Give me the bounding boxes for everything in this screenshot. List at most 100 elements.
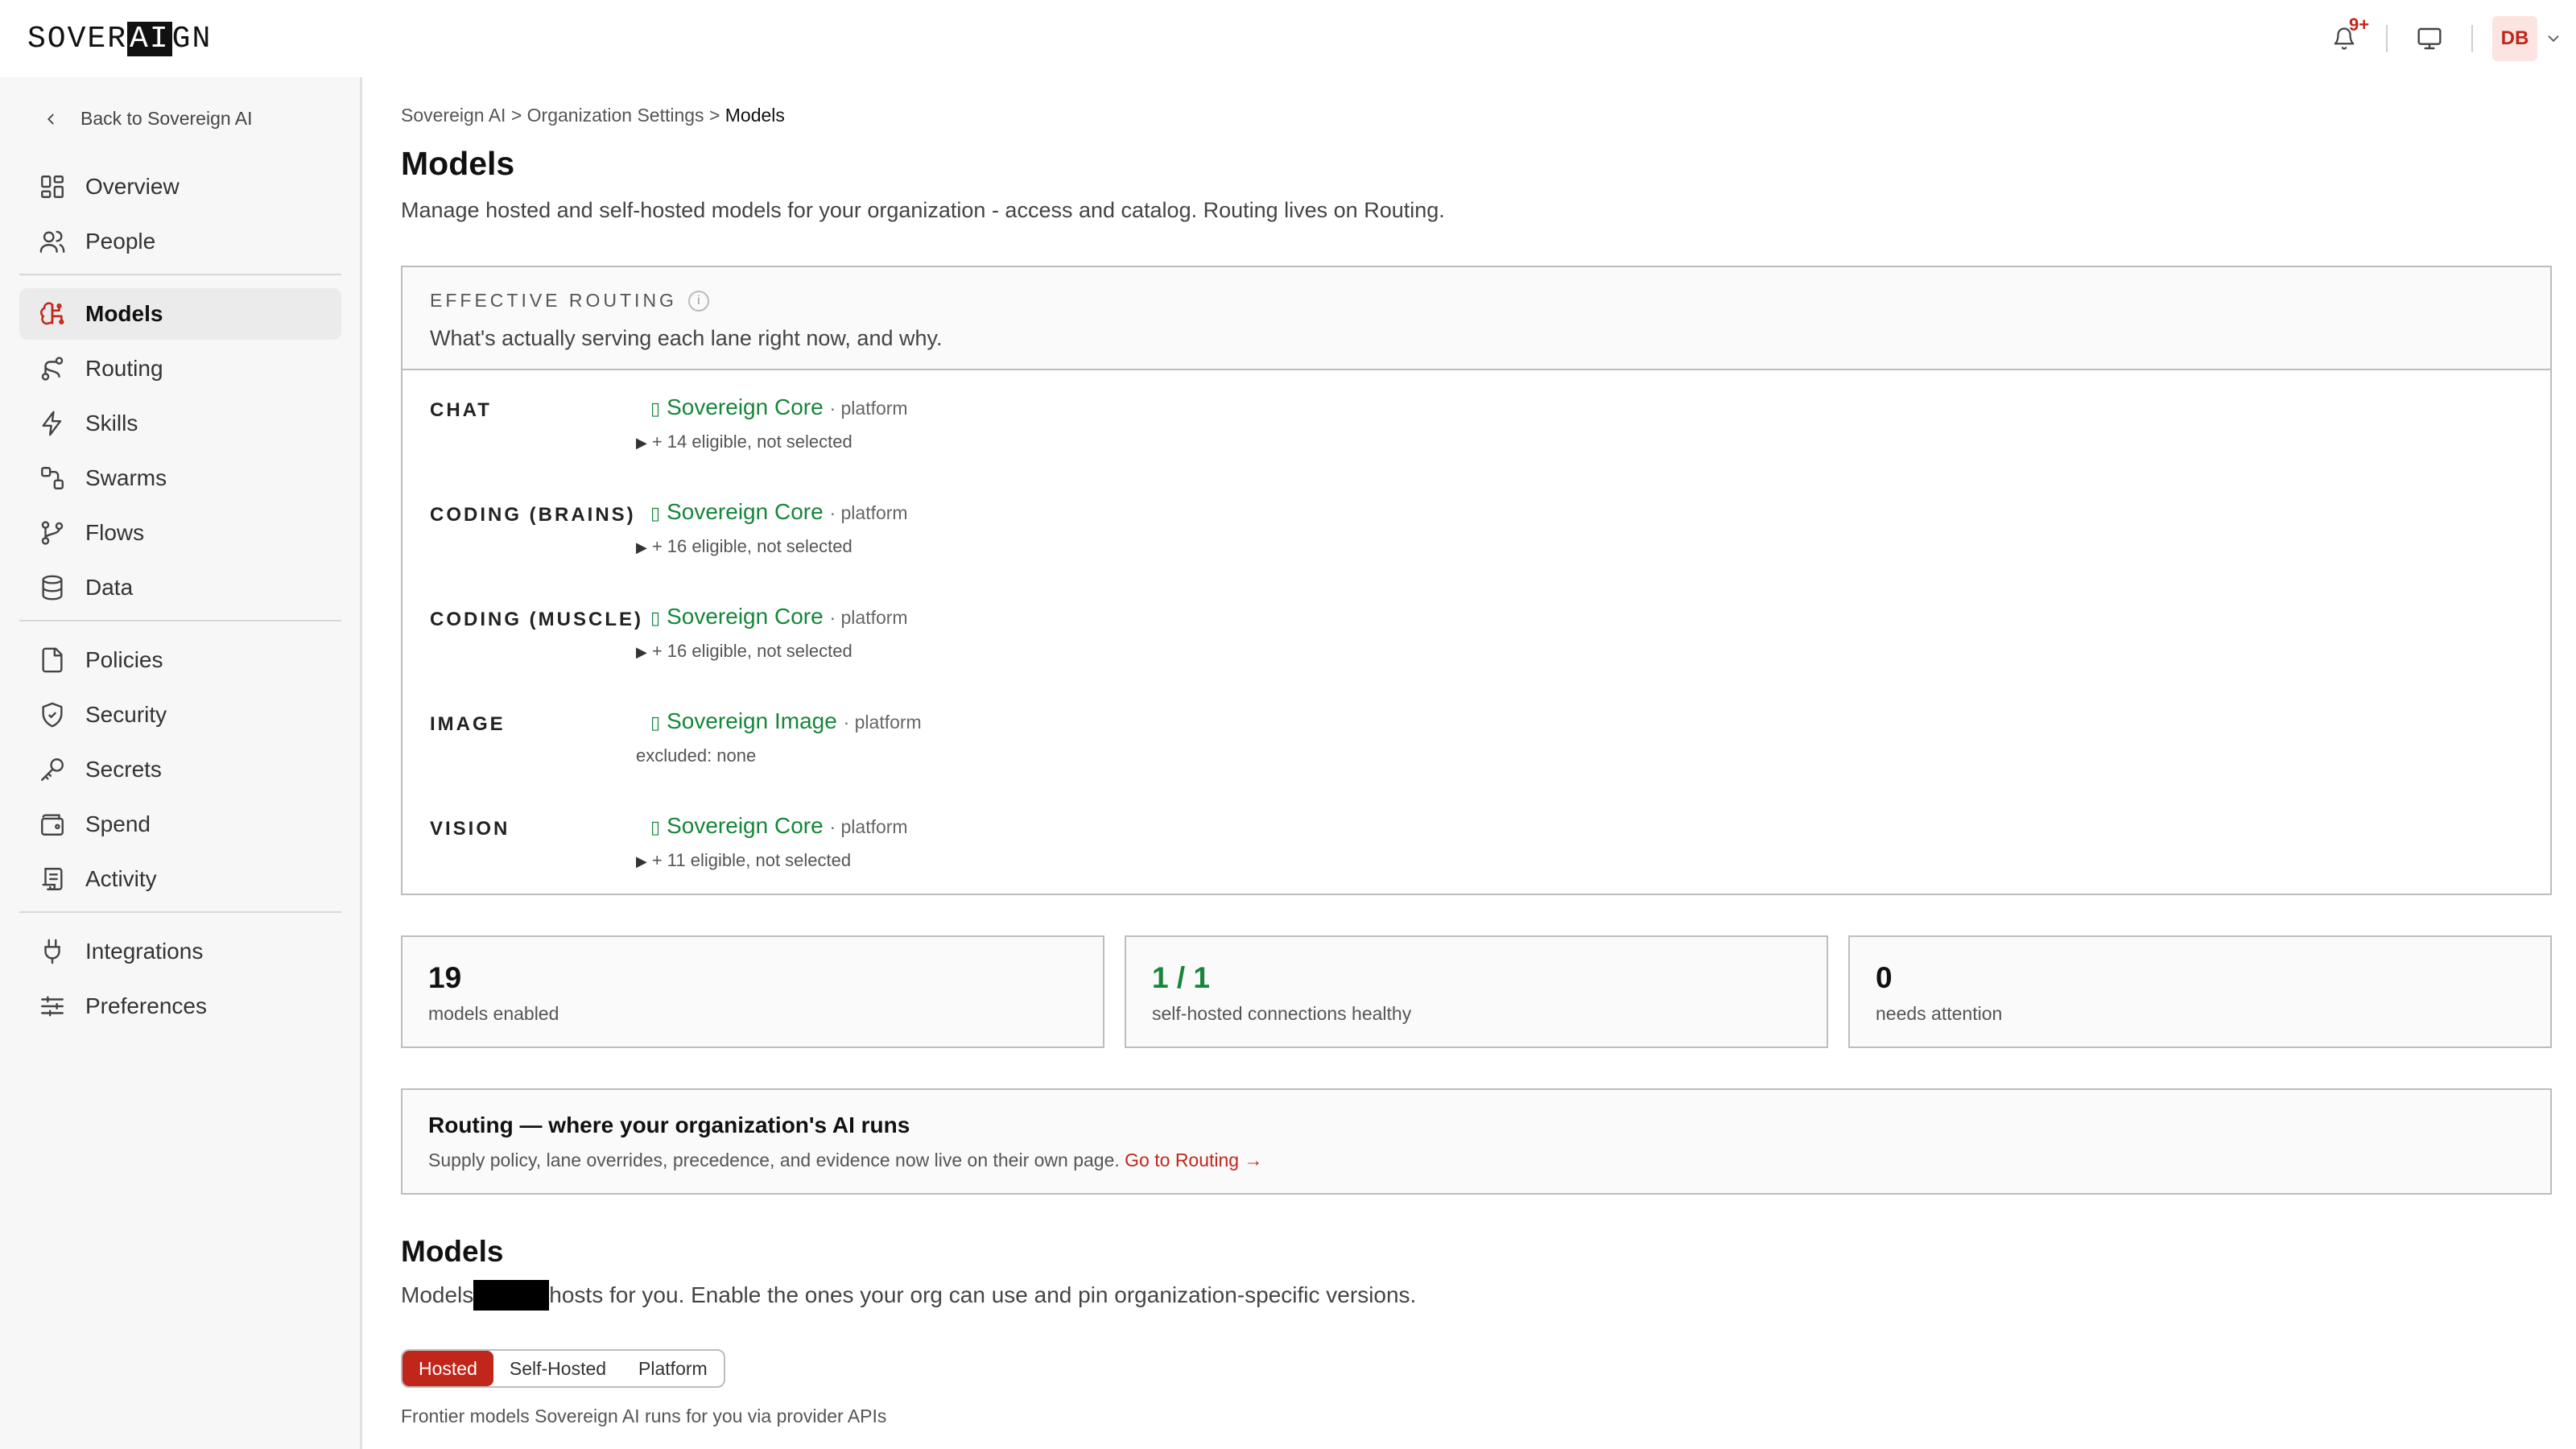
- tab-self-hosted[interactable]: Self-Hosted: [493, 1351, 622, 1386]
- wallet-icon: [41, 814, 64, 836]
- sidebar-item-preferences[interactable]: Preferences: [19, 980, 341, 1032]
- route-icon: [41, 357, 64, 381]
- nav-group-governance: Policies Security Secrets Spend Activity: [19, 634, 341, 908]
- lane-row-coding-muscle: CODING (MUSCLE) ▯ Sovereign Core · platfo…: [430, 604, 908, 662]
- tab-platform[interactable]: Platform: [622, 1351, 724, 1386]
- stat-card-models-enabled: 19 models enabled: [401, 935, 1104, 1048]
- monitor-icon: [2417, 27, 2442, 50]
- lane-name: CODING (BRAINS): [430, 504, 636, 526]
- scroll-icon: [42, 868, 63, 890]
- lane-model-link[interactable]: Sovereign Image: [667, 708, 837, 733]
- nav-divider: [19, 620, 341, 621]
- nav-group-ai: Models Routing Skills Swarms Flows Data: [19, 288, 341, 617]
- models-section-title: Models: [401, 1235, 504, 1268]
- lane-eligible-toggle[interactable]: ▶ + 11 eligible, not selected: [636, 850, 851, 871]
- notification-badge: 9+: [2349, 14, 2370, 35]
- swarm-icon: [41, 467, 64, 489]
- routing-callout-title: Routing — where your organization's AI r…: [428, 1113, 910, 1137]
- lane-row-chat: CHAT ▯ Sovereign Core · platform ▶ + 14 el…: [430, 394, 908, 452]
- nav-divider: [19, 911, 341, 913]
- models-section-subtitle: Models hosts for you. Enable the ones you…: [401, 1280, 1416, 1311]
- divider: [2471, 25, 2473, 52]
- stat-label: models enabled: [428, 1003, 559, 1024]
- sidebar-item-people[interactable]: People: [19, 216, 341, 267]
- caret-right-icon: ▶: [636, 435, 647, 451]
- sidebar-item-overview[interactable]: Overview: [19, 161, 341, 213]
- caret-right-icon: ▶: [636, 539, 647, 555]
- divider: [2386, 25, 2388, 52]
- document-icon: [42, 647, 63, 673]
- sidebar-item-skills[interactable]: Skills: [19, 398, 341, 449]
- caret-right-icon: ▶: [636, 644, 647, 660]
- plug-icon: [44, 939, 60, 964]
- sidebar-item-routing[interactable]: Routing: [19, 343, 341, 394]
- grid-icon: [41, 175, 64, 198]
- lane-excluded-note: excluded: none: [636, 745, 757, 766]
- redacted-text: [473, 1280, 550, 1311]
- lane-name: VISION: [430, 818, 510, 840]
- nav-divider: [19, 274, 341, 275]
- sidebar-item-swarms[interactable]: Swarms: [19, 452, 341, 504]
- lane-eligible-toggle[interactable]: ▶ + 16 eligible, not selected: [636, 641, 852, 662]
- sidebar-item-flows[interactable]: Flows: [19, 507, 341, 559]
- lane-model-link[interactable]: Sovereign Core: [667, 604, 824, 629]
- lane-row-image: IMAGE ▯ Sovereign Image · platform exclud…: [430, 708, 922, 766]
- breadcrumb: Sovereign AI > Organization Settings > M…: [401, 105, 785, 126]
- sidebar-item-data[interactable]: Data: [19, 562, 341, 613]
- stat-label: needs attention: [1876, 1003, 2003, 1024]
- sidebar-item-integrations[interactable]: Integrations: [19, 926, 341, 977]
- breadcrumb-current: Models: [724, 105, 785, 126]
- avatar[interactable]: DB: [2492, 16, 2537, 61]
- logo[interactable]: SOVER AI GN: [27, 18, 212, 60]
- sidebar-item-policies[interactable]: Policies: [19, 634, 341, 686]
- sidebar-item-spend[interactable]: Spend: [19, 799, 341, 850]
- sidebar-item-activity[interactable]: Activity: [19, 853, 341, 905]
- page-title: Models: [401, 145, 515, 182]
- people-icon: [39, 230, 65, 253]
- model-status-icon: ▯: [650, 712, 661, 733]
- stat-value: 19: [428, 961, 462, 994]
- routing-callout: Routing — where your organization's AI r…: [401, 1088, 2552, 1195]
- sidebar-item-models[interactable]: Models: [19, 288, 341, 340]
- chevron-left-icon: [47, 114, 54, 124]
- caret-right-icon: ▶: [636, 853, 647, 869]
- lane-name: CHAT: [430, 399, 492, 421]
- routing-callout-text: Supply policy, lane overrides, precedenc…: [428, 1150, 1120, 1170]
- model-status-icon: ▯: [650, 503, 661, 523]
- effective-routing-panel: EFFECTIVE ROUTING i What's actually serv…: [401, 266, 2552, 895]
- model-status-icon: ▯: [650, 398, 661, 419]
- lane-eligible-toggle[interactable]: ▶ + 16 eligible, not selected: [636, 536, 852, 557]
- breadcrumb-parent[interactable]: Organization Settings: [527, 105, 704, 126]
- sidebar-item-security[interactable]: Security: [19, 689, 341, 741]
- top-right-actions: 9+ DB: [2322, 0, 2576, 77]
- effective-routing-kicker: EFFECTIVE ROUTING: [430, 290, 677, 311]
- lane-row-vision: VISION ▯ Sovereign Core · platform ▶ + 11 …: [430, 813, 908, 871]
- sidebar-item-secrets[interactable]: Secrets: [19, 744, 341, 795]
- top-bar: SOVER AI GN 9+ DB: [0, 0, 2576, 77]
- shield-icon: [42, 702, 63, 728]
- notifications-button[interactable]: 9+: [2322, 14, 2370, 61]
- lane-eligible-toggle[interactable]: ▶ + 14 eligible, not selected: [636, 431, 852, 452]
- lane-model-link[interactable]: Sovereign Core: [667, 813, 824, 838]
- effective-routing-description: What's actually serving each lane right …: [430, 326, 943, 350]
- info-icon[interactable]: i: [687, 290, 709, 312]
- back-link[interactable]: Back to Sovereign AI: [42, 108, 253, 130]
- nav-group-main: Overview People: [19, 161, 341, 270]
- lane-model-link[interactable]: Sovereign Core: [667, 394, 824, 419]
- breadcrumb-root[interactable]: Sovereign AI: [401, 105, 506, 126]
- account-menu-button[interactable]: [2537, 16, 2570, 61]
- page-subtitle: Manage hosted and self-hosted models for…: [401, 198, 1445, 222]
- lane-name: CODING (MUSCLE): [430, 609, 643, 630]
- tab-hosted[interactable]: Hosted: [402, 1351, 493, 1386]
- nav-group-config: Integrations Preferences: [19, 926, 341, 1035]
- sidebar: Back to Sovereign AI Overview People Mod…: [0, 77, 362, 1449]
- brain-icon: [40, 302, 64, 325]
- stat-value: 0: [1876, 961, 1893, 994]
- display-button[interactable]: [2407, 16, 2452, 61]
- branch-icon: [41, 521, 64, 545]
- lane-row-coding-brains: CODING (BRAINS) ▯ Sovereign Core · platfo…: [430, 499, 908, 557]
- lane-name: IMAGE: [430, 713, 506, 735]
- go-to-routing-link[interactable]: Go to Routing →: [1125, 1150, 1262, 1170]
- stat-card-self-hosted-health: 1 / 1 self-hosted connections healthy: [1125, 935, 1828, 1048]
- lane-model-link[interactable]: Sovereign Core: [667, 499, 824, 524]
